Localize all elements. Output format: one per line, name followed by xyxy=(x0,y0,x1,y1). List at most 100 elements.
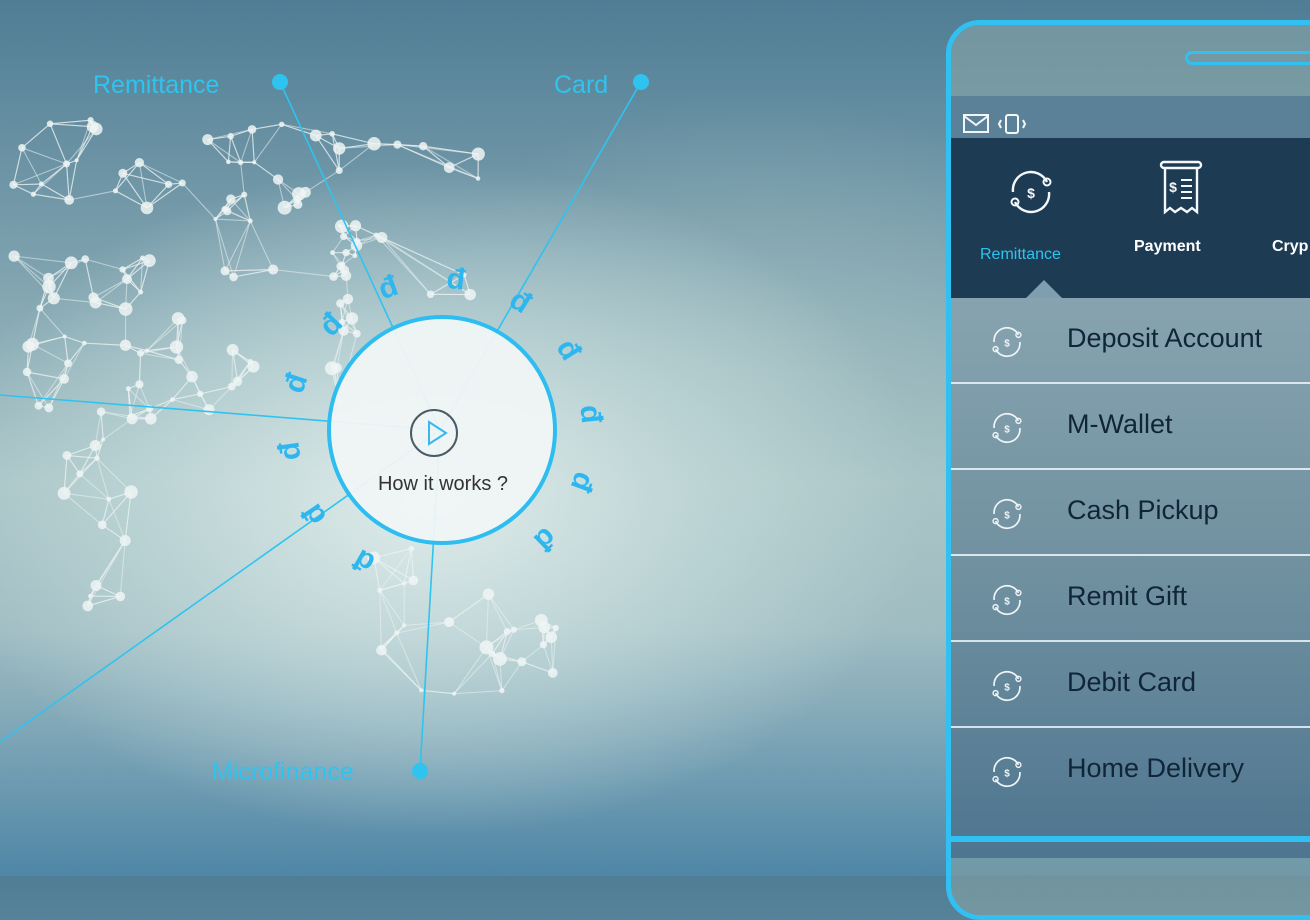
node-card-label[interactable]: Card xyxy=(554,70,608,100)
coin-icon: đ xyxy=(347,542,380,580)
remittance-icon: $ xyxy=(1003,166,1059,218)
mesh-link xyxy=(273,270,333,277)
tab-payment-label: Payment xyxy=(1134,238,1201,256)
menu-item-m-wallet[interactable]: M-Wallet xyxy=(951,384,1310,470)
menu-item-label: Remit Gift xyxy=(1067,581,1187,612)
menu-item-deposit-account[interactable]: Deposit Account xyxy=(951,298,1310,384)
remittance-icon xyxy=(987,408,1027,448)
menu-item-debit-card[interactable]: Debit Card xyxy=(951,642,1310,728)
mesh-node xyxy=(138,290,143,295)
mesh-node xyxy=(227,133,233,139)
mesh-link xyxy=(252,129,254,162)
mesh-link xyxy=(380,580,414,590)
mesh-node xyxy=(336,167,343,174)
mesh-node xyxy=(540,641,547,648)
mesh-node xyxy=(419,688,423,692)
mesh-node xyxy=(90,297,102,309)
menu-item-label: Debit Card xyxy=(1067,667,1196,698)
menu-item-cash-pickup[interactable]: Cash Pickup xyxy=(951,470,1310,556)
menu-item-label: M-Wallet xyxy=(1067,409,1173,440)
menu-item-label: Home Delivery xyxy=(1067,753,1244,784)
mesh-link xyxy=(252,124,282,129)
mesh-node xyxy=(202,134,213,145)
mesh-node xyxy=(336,299,344,307)
mesh-link xyxy=(522,662,553,673)
tab-payment[interactable]: $ Payment xyxy=(1119,138,1239,298)
mesh-link xyxy=(93,279,126,297)
mesh-link xyxy=(241,162,245,194)
mesh-node xyxy=(135,158,144,167)
mesh-node xyxy=(135,380,143,388)
mesh-node xyxy=(98,521,107,530)
mesh-node xyxy=(31,192,36,197)
mesh-node xyxy=(75,158,79,162)
mesh-link xyxy=(228,136,230,162)
mesh-link xyxy=(22,148,67,164)
mesh-node xyxy=(336,262,344,270)
mesh-node xyxy=(170,340,183,353)
mesh-node xyxy=(64,359,72,367)
mesh-link xyxy=(421,690,454,693)
mesh-node xyxy=(39,181,44,186)
mesh-node xyxy=(248,125,257,134)
mesh-link xyxy=(488,594,513,629)
mesh-node xyxy=(402,623,406,627)
mesh-node xyxy=(252,160,256,164)
svg-text:$: $ xyxy=(1027,185,1035,201)
mesh-node xyxy=(90,440,101,451)
mesh-node xyxy=(81,255,89,263)
mesh-node xyxy=(493,652,507,666)
mesh-node xyxy=(483,588,494,599)
mesh-link xyxy=(27,372,64,379)
mesh-node xyxy=(226,160,231,165)
mesh-node xyxy=(221,206,228,213)
mesh-node xyxy=(87,121,99,133)
mesh-link xyxy=(85,259,122,269)
mesh-node xyxy=(9,181,17,189)
mesh-node xyxy=(141,202,154,215)
mesh-node xyxy=(101,437,105,441)
mesh-node xyxy=(472,147,485,160)
mesh-node xyxy=(178,316,186,324)
mesh-node xyxy=(278,201,292,215)
mesh-node xyxy=(340,233,347,240)
menu-item-home-delivery[interactable]: Home Delivery xyxy=(951,728,1310,812)
mesh-node xyxy=(238,160,243,165)
node-microfinance-label[interactable]: Microfinance xyxy=(212,757,354,787)
mesh-node xyxy=(402,581,406,585)
mesh-node xyxy=(293,200,302,209)
mesh-node xyxy=(82,601,93,612)
mesh-node xyxy=(329,131,335,137)
phone-bottom-edge xyxy=(951,836,1310,842)
coin-icon: đ xyxy=(550,333,588,367)
coin-icon: đ xyxy=(313,306,350,343)
mesh-link xyxy=(22,124,50,148)
mesh-link xyxy=(49,379,64,408)
node-remittance-label[interactable]: Remittance xyxy=(93,70,219,100)
mesh-link xyxy=(250,221,273,270)
tab-crypto[interactable]: Cryp xyxy=(1269,138,1310,298)
play-icon[interactable] xyxy=(410,409,458,457)
mesh-node xyxy=(464,289,476,301)
mesh-node xyxy=(419,142,427,150)
mesh-node xyxy=(118,169,127,178)
mesh-link xyxy=(454,691,502,694)
mesh-node xyxy=(499,688,504,693)
mesh-node xyxy=(44,403,53,412)
menu-item-label: Cash Pickup xyxy=(1067,495,1219,526)
mesh-node xyxy=(476,176,481,181)
mesh-node xyxy=(119,302,133,316)
coin-icon: đ xyxy=(277,369,314,397)
mesh-node xyxy=(115,592,125,602)
mesh-link xyxy=(80,474,109,499)
mesh-node xyxy=(352,253,357,258)
mesh-link xyxy=(84,343,125,345)
svg-text:$: $ xyxy=(1169,179,1177,195)
coin-icon: đ xyxy=(527,521,564,558)
mesh-link xyxy=(69,191,115,200)
coin-icon: đ xyxy=(573,403,608,425)
how-it-works-label[interactable]: How it works ? xyxy=(358,473,528,496)
mesh-node xyxy=(165,181,172,188)
tab-remittance[interactable]: $ Remittance xyxy=(951,138,1091,298)
menu-item-remit-gift[interactable]: Remit Gift xyxy=(951,556,1310,642)
